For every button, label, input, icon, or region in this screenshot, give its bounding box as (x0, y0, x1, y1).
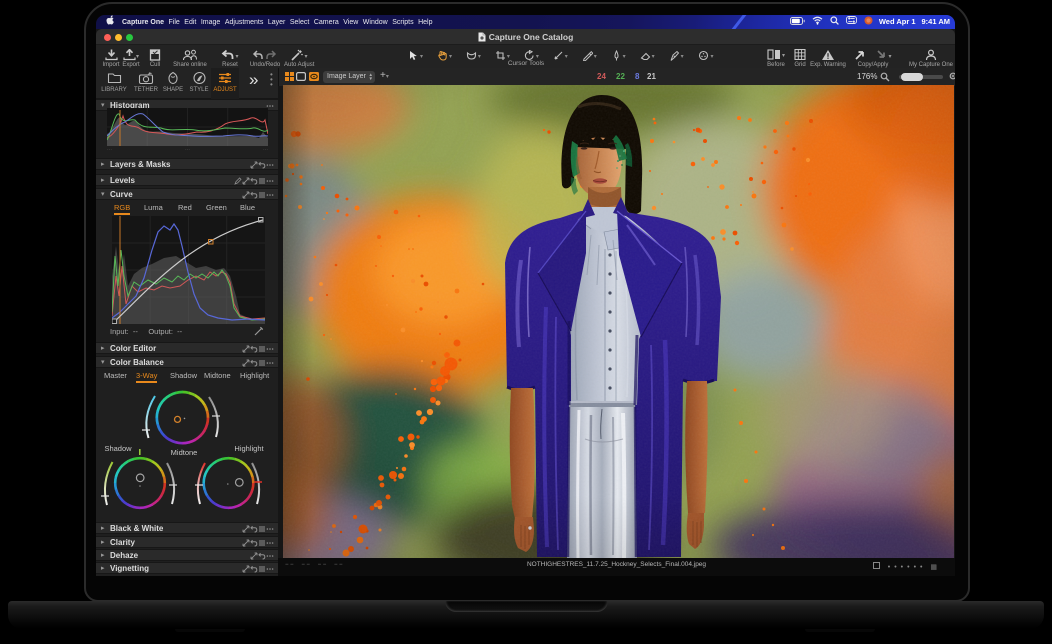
svg-text:Midtone: Midtone (171, 448, 198, 457)
svg-text:Shadow: Shadow (104, 444, 132, 453)
svg-text:Highlight: Highlight (234, 444, 264, 453)
